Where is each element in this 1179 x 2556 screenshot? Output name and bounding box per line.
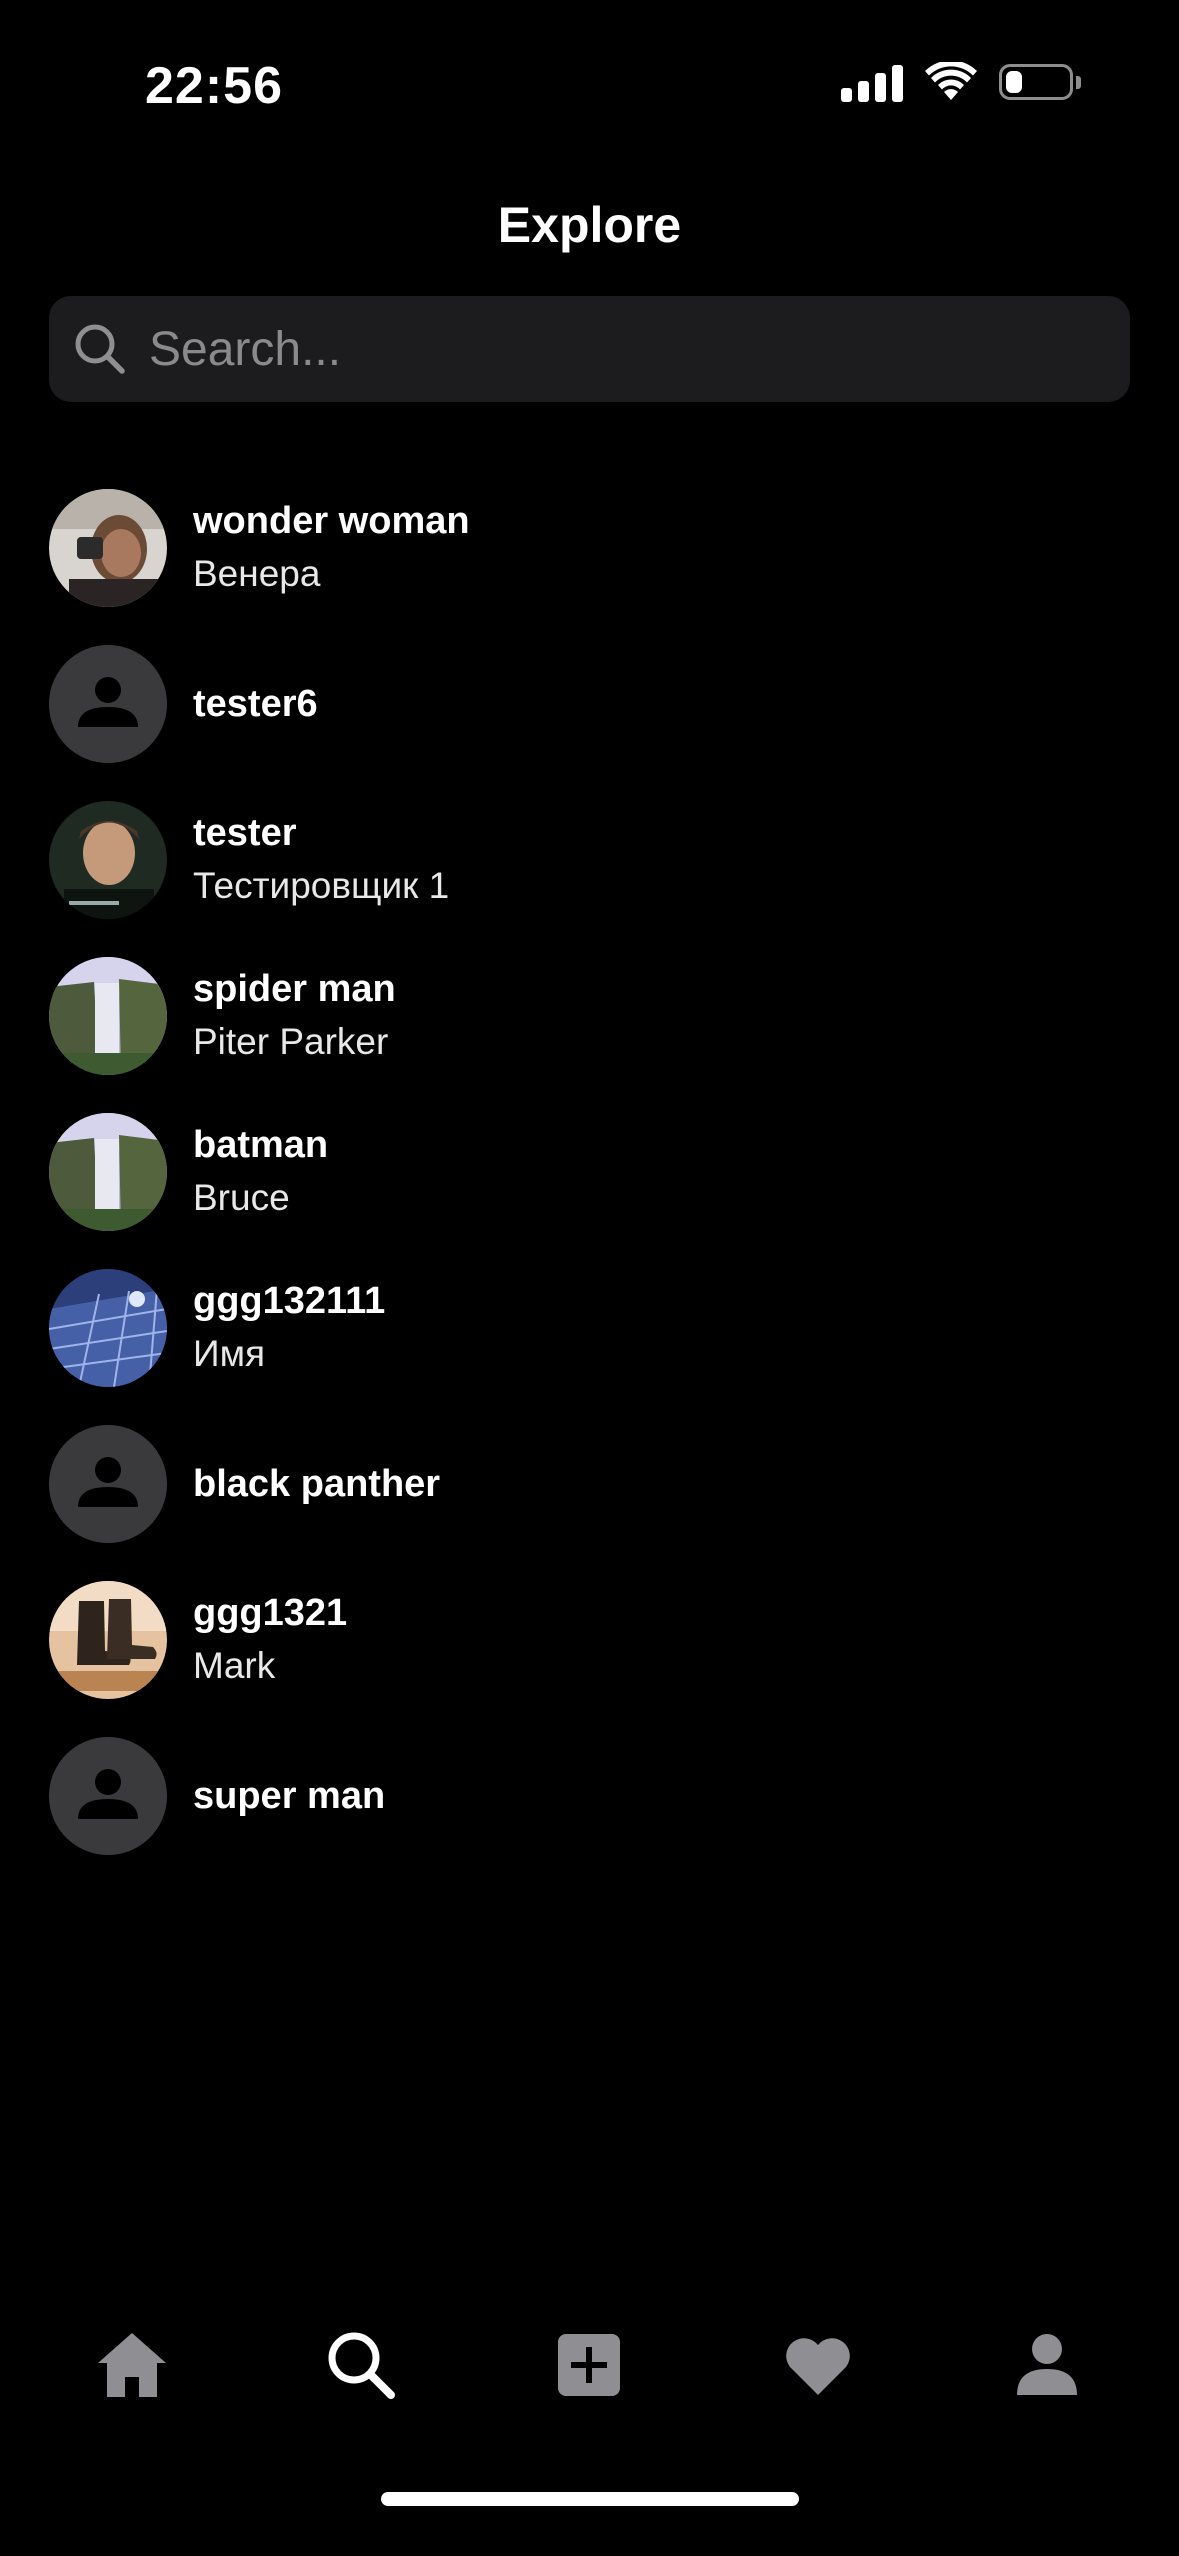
tab-plus-square[interactable] — [534, 2310, 644, 2420]
default-avatar-icon — [49, 1737, 167, 1855]
home-indicator — [381, 2492, 799, 2506]
home-icon — [98, 2333, 167, 2397]
full-name: Mark — [193, 1645, 276, 1686]
full-name: Piter Parker — [193, 1021, 389, 1062]
user-text: ggg1321 Mark — [193, 1587, 347, 1693]
user-text: wonder woman Венера — [193, 495, 470, 601]
default-avatar-icon — [49, 645, 167, 763]
user-text: batman Bruce — [193, 1119, 328, 1225]
username: super man — [193, 1775, 386, 1817]
avatar — [49, 1581, 167, 1699]
search-input[interactable] — [149, 321, 1130, 377]
user-row[interactable]: wonder woman Венера — [49, 470, 1130, 626]
username: tester6 — [193, 683, 318, 725]
plus-square-icon — [558, 2334, 621, 2396]
wifi-icon — [925, 62, 977, 100]
user-text: tester6 — [193, 678, 318, 730]
avatar — [49, 801, 167, 919]
username: tester — [193, 812, 297, 854]
user-text: spider man Piter Parker — [193, 963, 396, 1069]
heart-icon — [786, 2338, 850, 2395]
tab-search[interactable] — [306, 2310, 416, 2420]
username: black panther — [193, 1463, 441, 1505]
user-row[interactable]: black panther — [49, 1406, 1130, 1562]
user-row[interactable]: batman Bruce — [49, 1094, 1130, 1250]
user-text: black panther — [193, 1458, 440, 1510]
battery-icon — [999, 64, 1081, 100]
tab-profile[interactable] — [992, 2310, 1102, 2420]
user-row[interactable]: ggg132111 Имя — [49, 1250, 1130, 1406]
cellular-signal-icon — [841, 62, 903, 102]
user-row[interactable]: spider man Piter Parker — [49, 938, 1130, 1094]
avatar — [49, 489, 167, 607]
search-icon — [75, 324, 125, 374]
username: ggg1321 — [193, 1592, 348, 1634]
user-text: ggg132111 Имя — [193, 1275, 385, 1381]
user-text: super man — [193, 1770, 385, 1822]
tab-heart[interactable] — [763, 2310, 873, 2420]
avatar — [49, 1113, 167, 1231]
user-row[interactable]: tester Тестировщик 1 — [49, 782, 1130, 938]
full-name: Тестировщик 1 — [193, 865, 450, 906]
username: wonder woman — [193, 500, 470, 542]
avatar — [49, 957, 167, 1075]
status-bar: 22:56 — [0, 0, 1179, 170]
avatar — [49, 1269, 167, 1387]
tab-bar — [0, 2310, 1179, 2420]
full-name: Имя — [193, 1333, 266, 1374]
status-icons — [841, 62, 1081, 102]
username: spider man — [193, 968, 396, 1010]
user-row[interactable]: ggg1321 Mark — [49, 1562, 1130, 1718]
user-text: tester Тестировщик 1 — [193, 807, 449, 913]
username: batman — [193, 1124, 329, 1166]
user-row[interactable]: tester6 — [49, 626, 1130, 782]
full-name: Bruce — [193, 1177, 290, 1218]
default-avatar-icon — [49, 1425, 167, 1543]
user-row[interactable]: super man — [49, 1718, 1130, 1874]
status-time: 22:56 — [145, 57, 283, 115]
user-list: wonder woman Венера tester6 tester Тестировщ… — [49, 470, 1130, 1874]
tab-home[interactable] — [77, 2310, 187, 2420]
page-title: Explore — [497, 197, 682, 253]
profile-icon — [1016, 2334, 1077, 2395]
battery-level — [1006, 71, 1022, 93]
search-icon — [328, 2332, 395, 2399]
search-bar[interactable] — [49, 296, 1130, 402]
username: ggg132111 — [193, 1280, 386, 1322]
full-name: Венера — [193, 553, 321, 594]
